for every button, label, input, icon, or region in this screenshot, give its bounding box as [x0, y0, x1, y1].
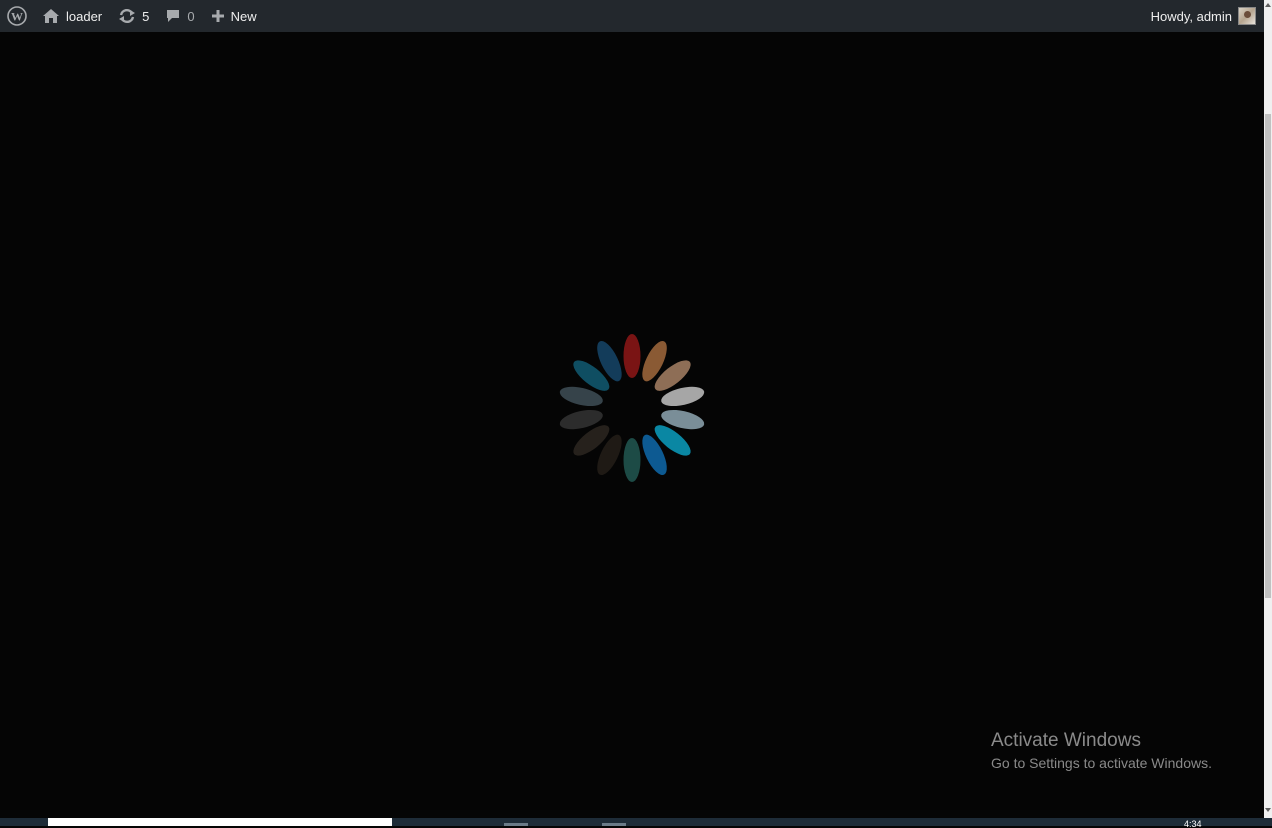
activate-windows-title: Activate Windows: [991, 730, 1141, 751]
comments-count: 0: [187, 8, 195, 24]
activate-windows-watermark: Activate Windows Go to Settings to activ…: [991, 730, 1212, 774]
vertical-scrollbar[interactable]: [1264, 0, 1272, 818]
updates-count: 5: [142, 8, 150, 24]
spinner-petal: [623, 334, 641, 378]
home-icon: [42, 8, 60, 24]
taskbar-search-box[interactable]: [48, 818, 392, 826]
scroll-up-arrow-icon[interactable]: [1265, 3, 1271, 7]
wordpress-logo-button[interactable]: W: [0, 0, 34, 32]
avatar: [1238, 7, 1256, 25]
new-content-button[interactable]: New: [203, 0, 265, 32]
greeting-label: Howdy, admin: [1150, 8, 1232, 24]
scroll-down-arrow-icon[interactable]: [1265, 808, 1271, 812]
my-account-link[interactable]: Howdy, admin: [1143, 0, 1264, 32]
wordpress-icon: W: [7, 6, 27, 26]
loading-spinner: [559, 334, 705, 482]
activate-windows-subtitle: Go to Settings to activate Windows.: [991, 755, 1212, 771]
scroll-thumb[interactable]: [1265, 114, 1271, 598]
admin-bar: W loader 5 0 New Howdy, admin: [0, 0, 1264, 32]
spinner-petal: [623, 438, 641, 482]
comment-icon: [165, 8, 181, 24]
page-content: [0, 32, 1264, 818]
refresh-icon: [118, 8, 136, 24]
site-name-label: loader: [66, 8, 103, 24]
new-label: New: [230, 8, 257, 24]
svg-text:W: W: [11, 10, 23, 24]
site-name-link[interactable]: loader: [34, 0, 110, 32]
taskbar-clock: 4:34: [1184, 819, 1202, 828]
updates-link[interactable]: 5: [110, 0, 157, 32]
comments-link[interactable]: 0: [157, 0, 202, 32]
plus-icon: [211, 9, 225, 23]
windows-taskbar: 4:34: [0, 818, 1272, 828]
